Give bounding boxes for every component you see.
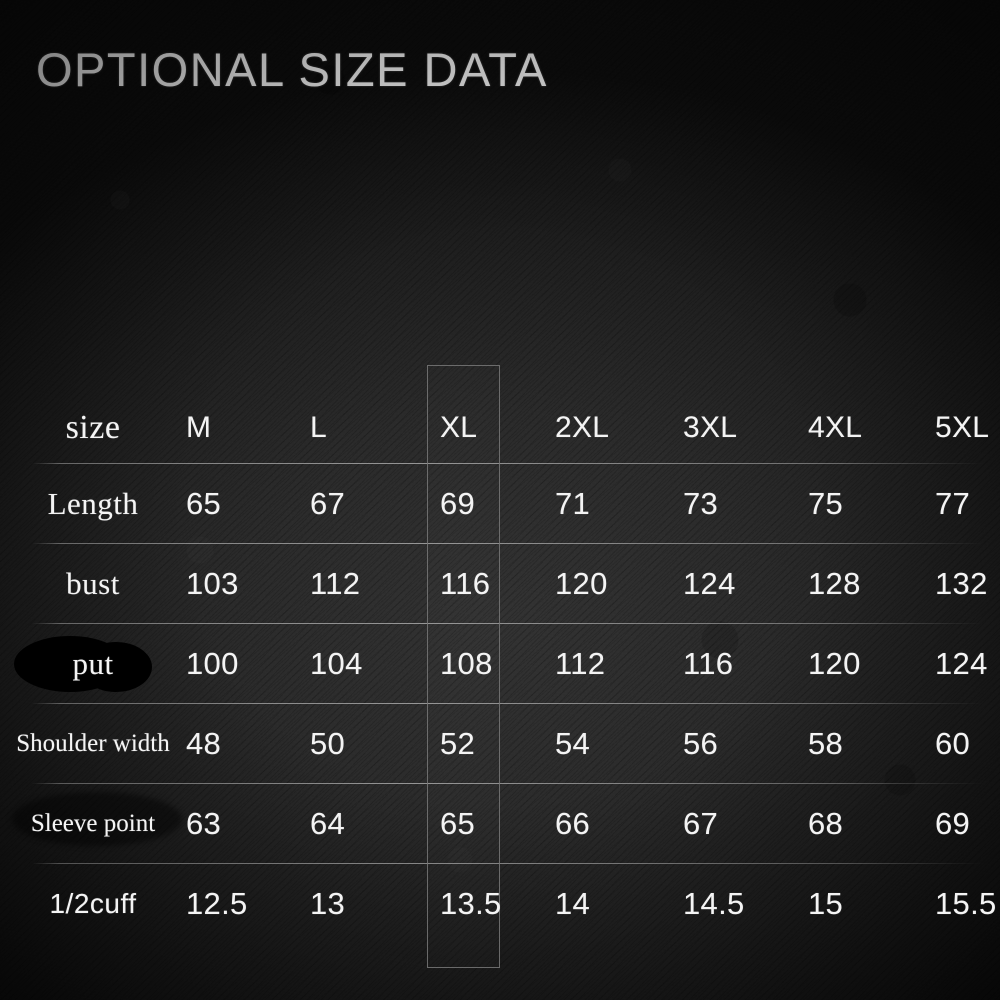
table-cell: 56 (683, 726, 719, 761)
table-cell: 67 (683, 806, 719, 841)
table-cell: 116 (440, 566, 491, 601)
table-cell: 103 (186, 566, 239, 601)
row-label: bust (66, 566, 120, 601)
column-header-m: M (186, 411, 212, 444)
table-cell: 75 (808, 486, 844, 521)
row-label: Sleeve point (30, 810, 156, 837)
row-label: Shoulder width (16, 730, 170, 757)
table-row: 1/2cuff 12.5 13 13.5 14 14.5 15 15.5 (0, 864, 1000, 944)
table-cell: 65 (186, 486, 222, 521)
table-cell: 60 (935, 726, 971, 761)
column-header-2xl: 2XL (555, 411, 610, 444)
table-header-row: size M L XL 2XL 3XL 4XL 5XL (0, 392, 1000, 464)
table-cell: 116 (683, 646, 734, 681)
table-cell: 69 (935, 806, 971, 841)
table-cell: 68 (808, 806, 844, 841)
table-cell: 73 (683, 486, 719, 521)
table-cell: 120 (555, 566, 608, 601)
table-cell: 54 (555, 726, 591, 761)
column-header-4xl: 4XL (808, 411, 863, 444)
table-cell: 100 (186, 646, 239, 681)
table-row: put 100 104 108 112 116 120 124 (0, 624, 1000, 704)
size-table: size M L XL 2XL 3XL 4XL 5XL Length 65 67 69 71 73 75 77… (0, 392, 1000, 944)
table-cell: 48 (186, 726, 222, 761)
table-cell: 77 (935, 486, 971, 521)
table-cell: 64 (310, 806, 346, 841)
table-cell: 13 (310, 886, 346, 921)
table-cell: 12.5 (186, 886, 248, 921)
column-header-l: L (310, 411, 327, 444)
table-cell: 65 (440, 806, 476, 841)
table-cell: 52 (440, 726, 476, 761)
table-cell: 71 (555, 486, 591, 521)
table-cell: 15.5 (935, 886, 997, 921)
row-label: 1/2cuff (49, 888, 137, 919)
table-cell: 108 (440, 646, 493, 681)
table-row: Length 65 67 69 71 73 75 77 (0, 464, 1000, 544)
table-cell: 112 (310, 566, 361, 601)
table-cell: 13.5 (440, 886, 502, 921)
table-cell: 67 (310, 486, 346, 521)
table-cell: 66 (555, 806, 591, 841)
table-cell: 104 (310, 646, 363, 681)
column-header-5xl: 5XL (935, 411, 990, 444)
column-header-size: size (65, 409, 121, 446)
table-cell: 63 (186, 806, 222, 841)
table-cell: 14 (555, 886, 591, 921)
table-cell: 124 (935, 646, 988, 681)
page-title: OPTIONAL SIZE DATA (36, 43, 548, 96)
table-cell: 112 (555, 646, 606, 681)
table-cell: 120 (808, 646, 861, 681)
table-cell: 14.5 (683, 886, 745, 921)
table-row: Shoulder width 48 50 52 54 56 58 60 (0, 704, 1000, 784)
column-header-3xl: 3XL (683, 411, 738, 444)
row-label: Length (47, 486, 139, 521)
table-cell: 124 (683, 566, 736, 601)
table-cell: 50 (310, 726, 346, 761)
row-label: put (72, 646, 114, 681)
column-header-xl: XL (440, 411, 478, 444)
table-cell: 15 (808, 886, 844, 921)
table-row: bust 103 112 116 120 124 128 132 (0, 544, 1000, 624)
table-cell: 128 (808, 566, 861, 601)
table-cell: 69 (440, 486, 476, 521)
size-chart-image: OPTIONAL SIZE DATA size M L XL 2XL 3XL 4XL 5XL L… (0, 0, 1000, 1000)
table-cell: 58 (808, 726, 844, 761)
table-row: Sleeve point 63 64 65 66 67 68 69 (0, 784, 1000, 864)
table-cell: 132 (935, 566, 988, 601)
